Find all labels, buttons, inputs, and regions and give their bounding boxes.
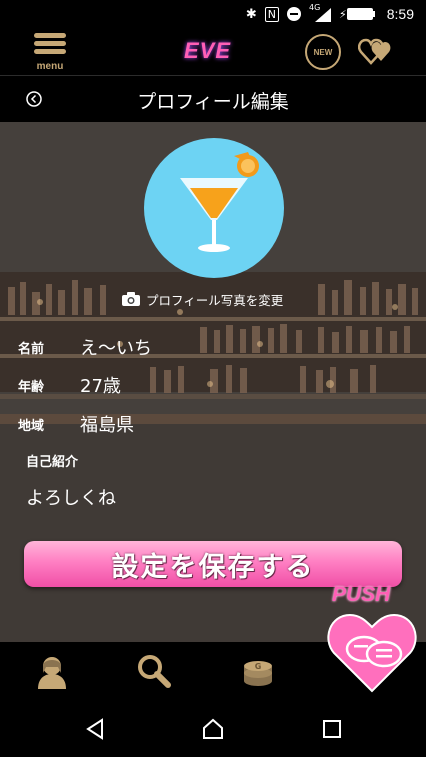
app-header: menu EVE NEW (0, 28, 426, 76)
status-bar: ✱ N 4G ⚡ 8:59 (0, 0, 426, 28)
save-settings-button[interactable]: 設定を保存する (24, 541, 402, 587)
bio-label: 自己紹介 (26, 455, 79, 470)
app-logo[interactable]: EVE (184, 38, 231, 64)
signal-icon: 4G (309, 3, 332, 22)
favorites-icon[interactable] (357, 36, 394, 66)
nav-back-icon[interactable] (84, 717, 108, 741)
svg-text:G: G (255, 662, 262, 671)
menu-icon (30, 33, 70, 54)
region-label: 地域 (18, 418, 45, 434)
bluetooth-icon: ✱ (245, 6, 257, 22)
nav-recents-icon[interactable] (320, 717, 344, 741)
push-chat-icon (327, 613, 417, 693)
system-nav-bar (0, 701, 426, 757)
age-field[interactable]: 年齢 27歳 (18, 373, 121, 397)
profile-tab-icon[interactable] (34, 653, 70, 689)
new-icon[interactable]: NEW (305, 34, 341, 70)
age-label: 年齢 (18, 379, 45, 395)
title-bar: プロフィール編集 (0, 76, 426, 122)
change-photo-button[interactable]: プロフィール写真を変更 (122, 289, 283, 309)
region-value[interactable]: 福島県 (80, 411, 134, 437)
page-title: プロフィール編集 (137, 91, 289, 113)
camera-icon (122, 292, 140, 306)
status-icons: ✱ N 4G ⚡ 8:59 (245, 3, 414, 24)
name-field[interactable]: 名前 え〜いち (18, 335, 152, 359)
cocktail-image (180, 152, 259, 252)
points-tab-icon[interactable]: G (240, 653, 276, 689)
name-value[interactable]: え〜いち (80, 334, 152, 360)
profile-avatar[interactable] (144, 138, 284, 278)
profile-edit-content: プロフィール写真を変更 名前 え〜いち 年齢 27歳 地域 福島県 自己紹介 よ… (0, 122, 426, 642)
change-photo-label: プロフィール写真を変更 (146, 292, 284, 308)
name-label: 名前 (18, 341, 45, 357)
age-value[interactable]: 27歳 (80, 372, 121, 398)
menu-label: menu (36, 61, 64, 72)
battery-icon: ⚡ (339, 8, 375, 21)
menu-button[interactable]: menu (30, 33, 70, 72)
status-time: 8:59 (386, 6, 414, 22)
push-chat-button[interactable]: PUSH (326, 583, 418, 699)
dnd-icon (287, 7, 302, 21)
push-label: PUSH (332, 583, 391, 606)
new-badge-label: NEW (313, 47, 333, 57)
nav-home-icon[interactable] (201, 717, 225, 741)
region-field[interactable]: 地域 福島県 (18, 412, 134, 436)
bio-input[interactable]: よろしくね (26, 484, 116, 510)
nfc-icon: N (264, 6, 280, 22)
search-tab-icon[interactable] (136, 653, 172, 689)
